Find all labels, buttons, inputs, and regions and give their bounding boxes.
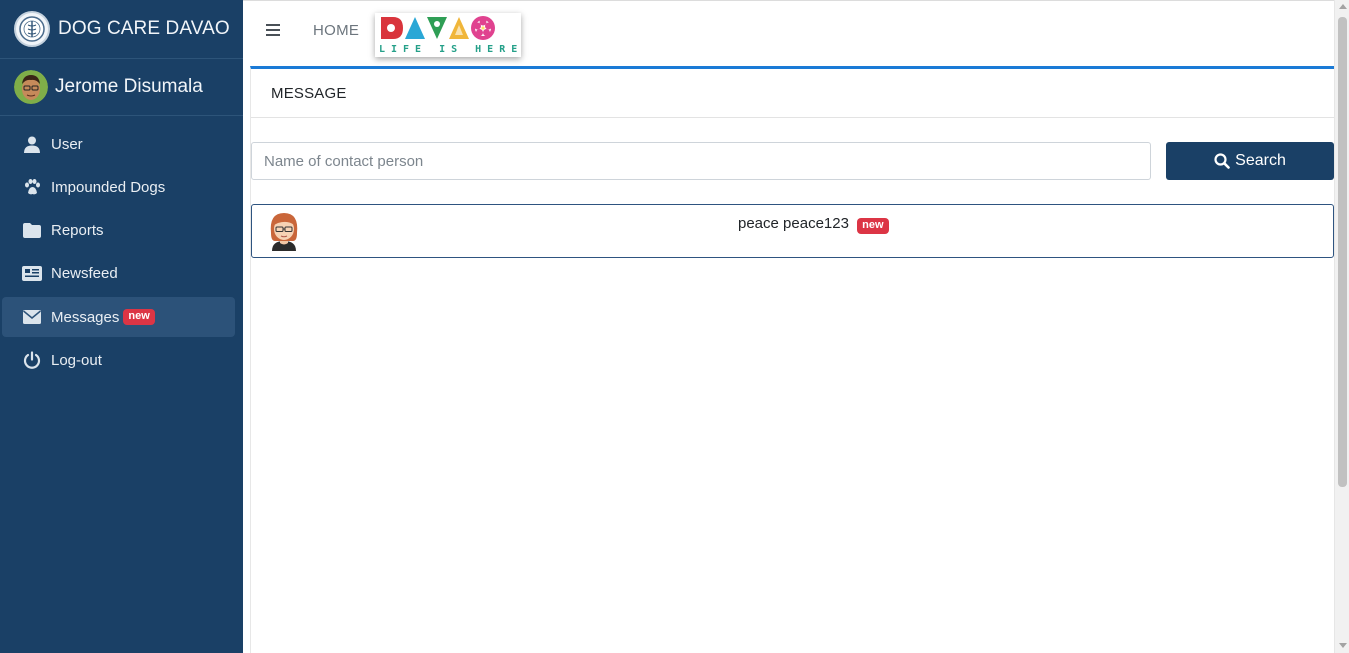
svg-text:LIFE IS HERE: LIFE IS HERE bbox=[379, 44, 521, 55]
sidebar-item-messages[interactable]: Messages new bbox=[2, 297, 235, 338]
paw-icon bbox=[21, 177, 43, 197]
contact-name: peace peace123 bbox=[738, 215, 849, 232]
sidebar-item-user[interactable]: User bbox=[2, 124, 235, 164]
envelope-icon bbox=[21, 307, 43, 327]
card-header: MESSAGE bbox=[251, 69, 1334, 118]
sidebar-item-label: Reports bbox=[51, 222, 104, 240]
search-button-label: Search bbox=[1235, 152, 1286, 169]
sidebar-item-reports[interactable]: Reports bbox=[2, 211, 235, 251]
home-link[interactable]: HOME bbox=[313, 22, 359, 39]
power-icon bbox=[21, 350, 43, 370]
sidebar-item-label: Messages bbox=[51, 308, 120, 326]
sidebar-item-label: User bbox=[51, 135, 83, 153]
new-badge: new bbox=[123, 309, 155, 326]
scrollbar-thumb[interactable] bbox=[1338, 17, 1347, 487]
newspaper-icon bbox=[21, 264, 43, 284]
new-badge: new bbox=[857, 218, 889, 234]
user-panel[interactable]: Jerome Disumala bbox=[0, 59, 243, 116]
scroll-up-arrow-icon[interactable] bbox=[1339, 4, 1347, 9]
sidebar-item-label: Newsfeed bbox=[51, 265, 118, 283]
sidebar-item-label: Log-out bbox=[51, 351, 102, 369]
user-icon bbox=[21, 134, 43, 154]
brand-logo-icon bbox=[14, 11, 50, 47]
sidebar-item-log-out[interactable]: Log-out bbox=[2, 340, 235, 380]
page-scrollbar[interactable] bbox=[1334, 0, 1349, 653]
davao-logo: LIFE IS HERE bbox=[375, 13, 521, 57]
top-navbar: HOME LIFE IS HERE bbox=[243, 0, 1334, 66]
hamburger-menu-icon[interactable] bbox=[265, 21, 281, 37]
page-title: MESSAGE bbox=[271, 84, 347, 102]
sidebar-item-newsfeed[interactable]: Newsfeed bbox=[2, 254, 235, 294]
brand[interactable]: DOG CARE DAVAO bbox=[0, 0, 243, 59]
scroll-down-arrow-icon[interactable] bbox=[1339, 643, 1347, 648]
search-icon bbox=[1214, 153, 1230, 169]
contact-list-item[interactable]: peace peace123 new bbox=[251, 204, 1334, 258]
user-name: Jerome Disumala bbox=[55, 76, 203, 97]
contact-avatar bbox=[266, 211, 302, 251]
brand-title: DOG CARE DAVAO bbox=[58, 18, 230, 39]
search-row: Search bbox=[251, 142, 1335, 182]
folder-icon bbox=[21, 221, 43, 241]
sidebar-item-label: Impounded Dogs bbox=[51, 178, 166, 196]
sidebar-item-impounded-dogs[interactable]: Impounded Dogs bbox=[2, 167, 235, 207]
sidebar: DOG CARE DAVAO Jerome Disumala User Impo… bbox=[0, 0, 243, 653]
search-button[interactable]: Search bbox=[1166, 142, 1334, 180]
message-card: MESSAGE Search peace peace123 new bbox=[250, 66, 1334, 653]
sidebar-nav: User Impounded Dogs Reports Newsfeed Mes… bbox=[0, 116, 243, 380]
user-avatar bbox=[14, 70, 48, 104]
contact-name-wrapper: peace peace123 new bbox=[738, 215, 889, 234]
search-input[interactable] bbox=[251, 142, 1151, 180]
